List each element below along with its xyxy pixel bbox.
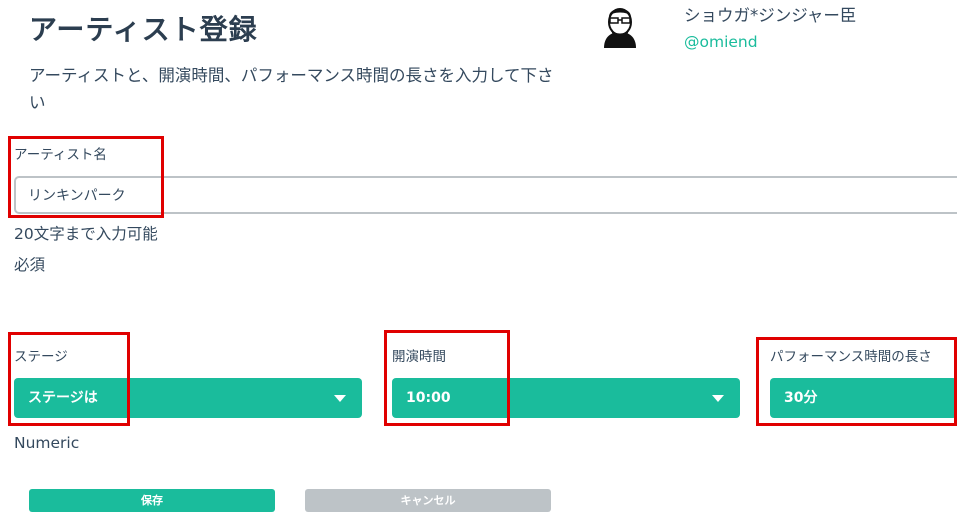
user-handle-link[interactable]: @omiend (684, 33, 758, 51)
page-title: アーティスト登録 (29, 13, 258, 46)
artist-name-length-hint: 20文字まで入力可能 (14, 225, 158, 243)
chevron-down-icon (712, 395, 724, 402)
artist-registration-page: アーティスト登録 アーティストと、開演時間、パフォーマンス時間の長さを入力して下… (0, 0, 957, 520)
chevron-down-icon (334, 395, 346, 402)
duration-select[interactable]: 30分 (770, 378, 957, 418)
page-description: アーティストと、開演時間、パフォーマンス時間の長さを入力して下さい (29, 66, 554, 112)
start-time-select-value: 10:00 (406, 390, 451, 406)
cancel-button[interactable]: キャンセル (305, 489, 551, 512)
artist-name-label: アーティスト名 (14, 147, 107, 163)
stage-select-value: ステージは (28, 390, 98, 406)
duration-select-value: 30分 (784, 390, 818, 406)
start-time-select[interactable]: 10:00 (392, 378, 740, 418)
stage-select[interactable]: ステージは (14, 378, 362, 418)
duration-label: パフォーマンス時間の長さ (770, 349, 932, 365)
user-name: ショウガ*ジンジャー臣 (684, 6, 857, 25)
save-button[interactable]: 保存 (29, 489, 275, 512)
user-card: ショウガ*ジンジャー臣 @omiend (596, 0, 957, 56)
start-time-label: 開演時間 (392, 349, 446, 365)
artist-name-input[interactable] (14, 176, 957, 214)
stage-label: ステージ (14, 349, 68, 365)
artist-name-required-hint: 必須 (14, 256, 46, 274)
avatar[interactable] (596, 2, 644, 48)
stage-numeric-hint: Numeric (14, 434, 80, 452)
